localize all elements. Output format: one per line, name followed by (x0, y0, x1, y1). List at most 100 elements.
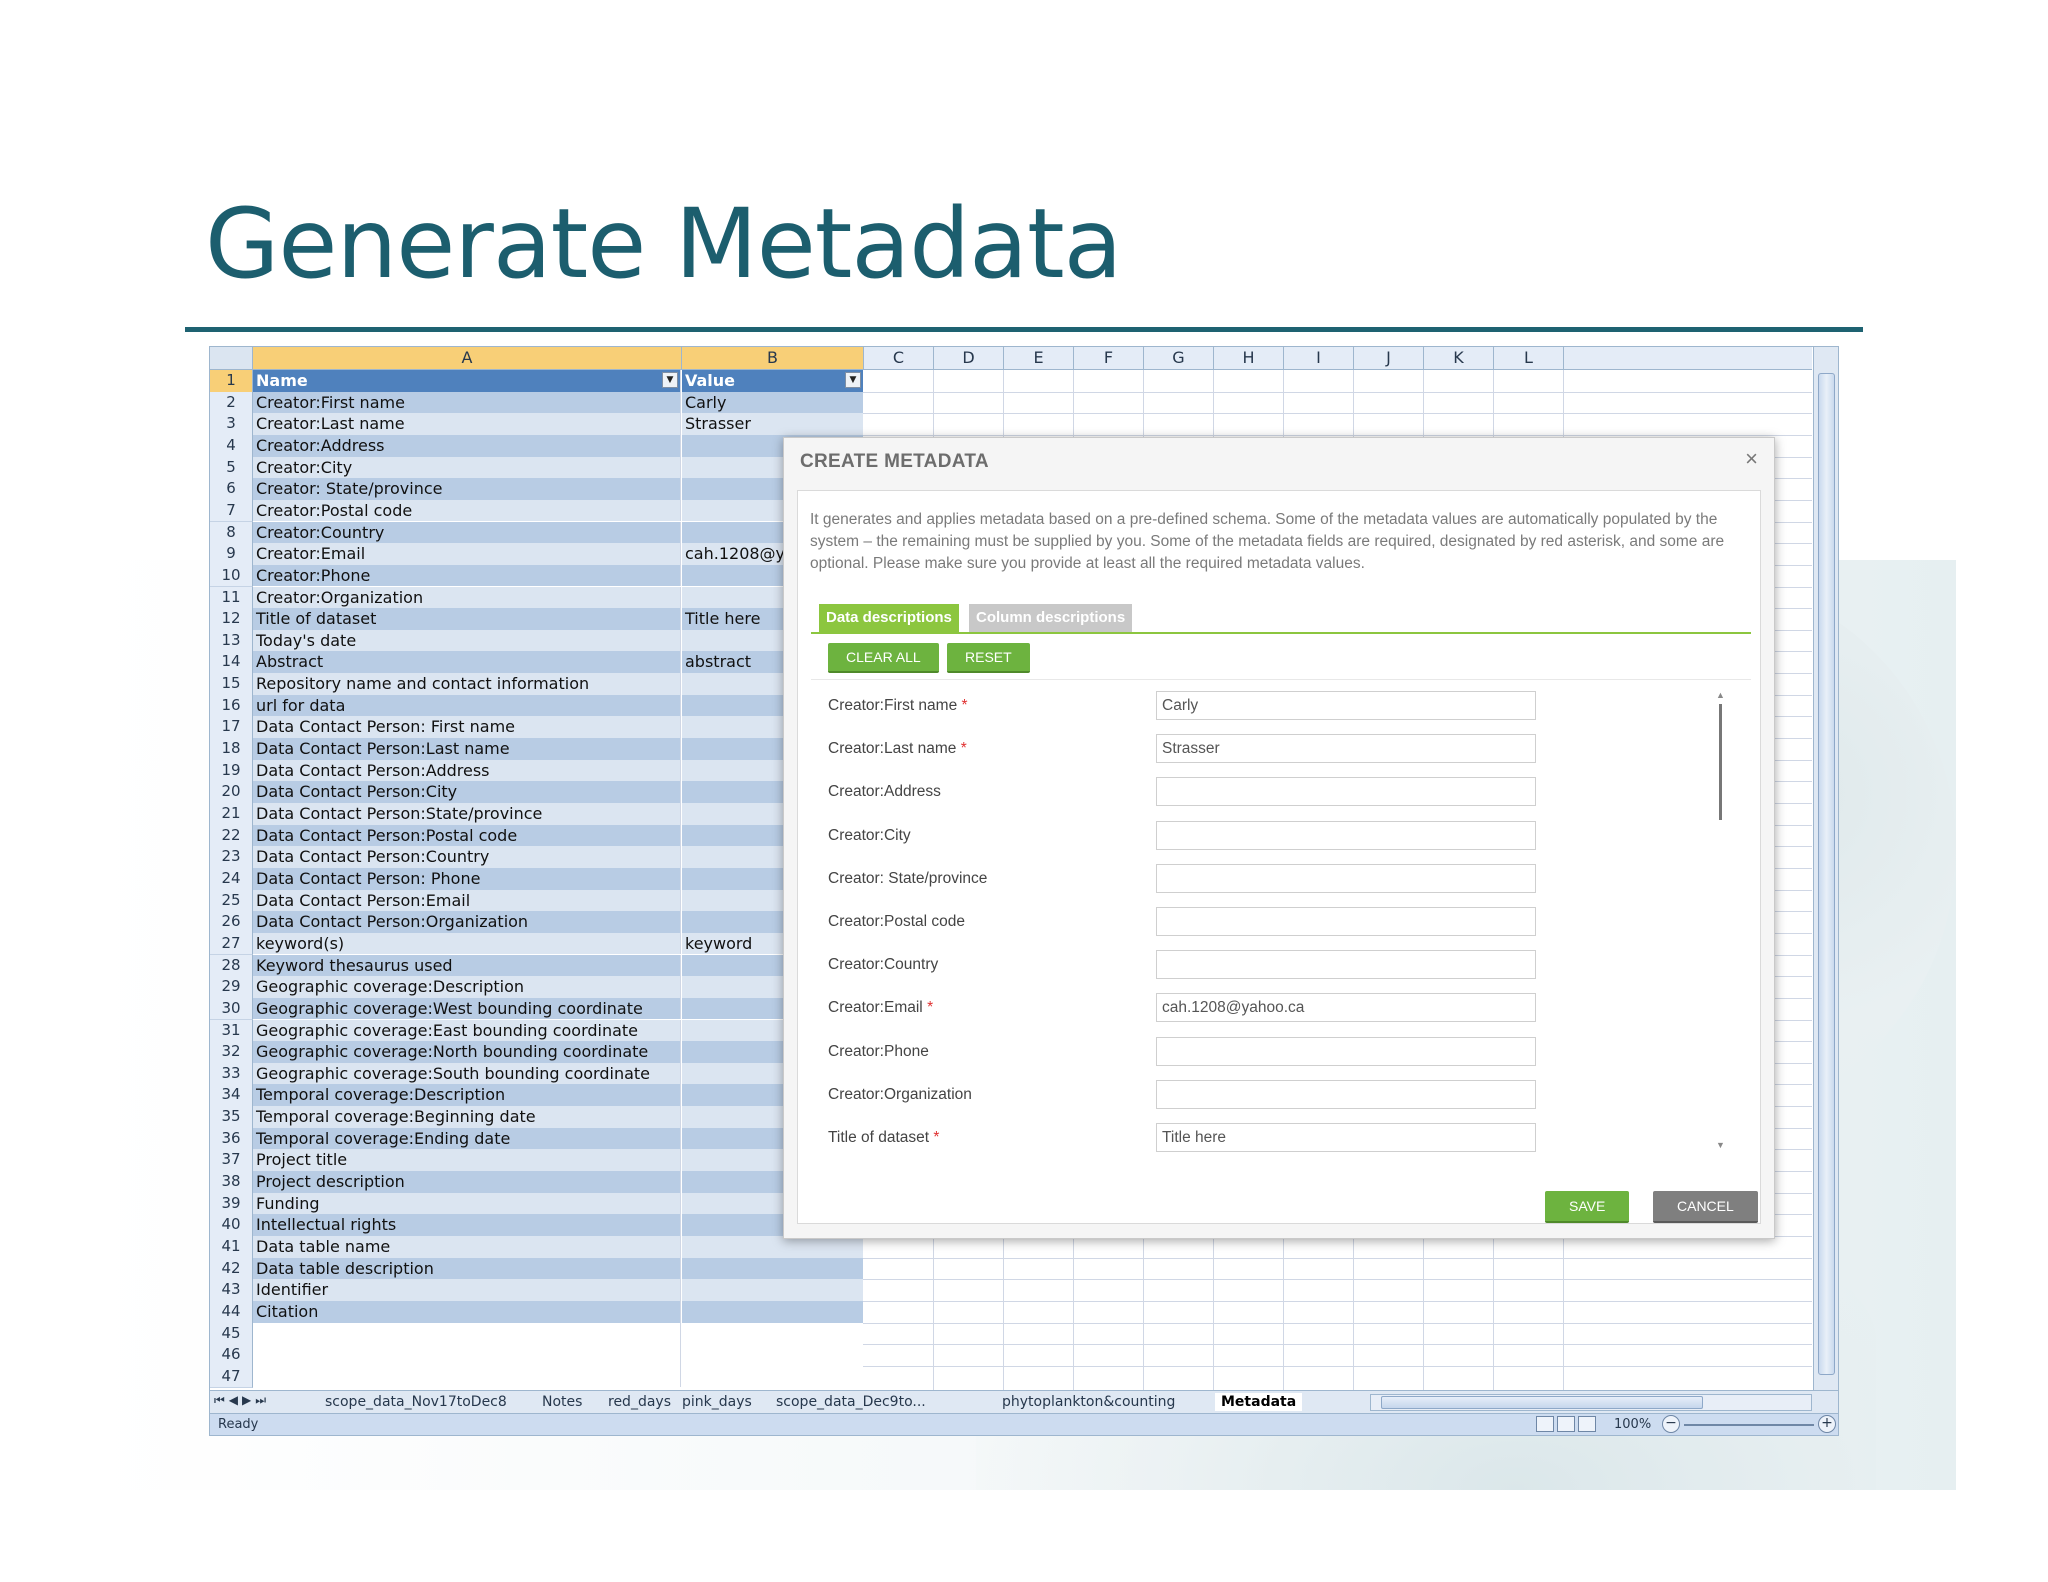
cell[interactable]: Geographic coverage:South bounding coord… (253, 1062, 681, 1085)
cell[interactable]: Creator:Country (253, 521, 681, 544)
row-number[interactable]: 34 (210, 1084, 253, 1108)
filter-dropdown-icon[interactable]: ▼ (662, 372, 678, 388)
field-input[interactable]: cah.1208@yahoo.ca (1156, 993, 1536, 1023)
cancel-button[interactable]: CANCEL (1653, 1191, 1758, 1223)
cell[interactable]: Carly (682, 391, 863, 414)
cell[interactable] (682, 1365, 863, 1388)
row-number[interactable]: 15 (210, 673, 253, 696)
column-header[interactable]: H (1214, 347, 1284, 369)
cell[interactable]: Name ▼ (253, 370, 681, 392)
row-number[interactable]: 47 (210, 1365, 253, 1389)
cell[interactable]: Creator:Email (253, 543, 681, 565)
filter-dropdown-icon[interactable]: ▼ (845, 372, 861, 388)
sheet-nav-arrows[interactable]: ⏮◀▶⏭ (214, 1393, 270, 1408)
cell[interactable]: Identifier (253, 1279, 681, 1301)
cell[interactable]: Data table description (253, 1257, 681, 1280)
cell[interactable] (682, 1236, 863, 1258)
field-input[interactable] (1156, 777, 1536, 807)
column-header[interactable]: D (934, 347, 1004, 369)
sheet-tab[interactable]: scope_data_Nov17toDec8 (325, 1393, 507, 1411)
row-number[interactable]: 23 (210, 846, 253, 869)
row-number[interactable]: 8 (210, 521, 253, 545)
column-header[interactable]: C (864, 347, 934, 369)
row-number[interactable]: 43 (210, 1279, 253, 1302)
row-number[interactable]: 32 (210, 1041, 253, 1064)
cell[interactable]: Data Contact Person:Last name (253, 738, 681, 760)
row-number[interactable]: 37 (210, 1149, 253, 1172)
sheet-tab[interactable]: phytoplankton&counting (1002, 1393, 1175, 1411)
row-number[interactable]: 26 (210, 911, 253, 934)
cell[interactable]: Value ▼ (682, 370, 863, 392)
select-all-corner[interactable] (210, 347, 253, 369)
sheet-tab[interactable]: red_days (608, 1393, 671, 1411)
sheet-tab[interactable]: scope_data_Dec9to... (776, 1393, 926, 1411)
zoom-in-icon[interactable]: + (1818, 1415, 1836, 1433)
row-number[interactable]: 22 (210, 824, 253, 848)
zoom-out-icon[interactable]: − (1662, 1415, 1680, 1433)
cell[interactable]: Data Contact Person:City (253, 781, 681, 803)
column-header[interactable]: F (1074, 347, 1144, 369)
cell[interactable] (253, 1344, 681, 1366)
row-number[interactable]: 9 (210, 543, 253, 566)
row-number[interactable]: 16 (210, 694, 253, 718)
row-number[interactable]: 31 (210, 1019, 253, 1043)
vertical-scrollbar[interactable] (1813, 347, 1838, 1390)
field-input[interactable] (1156, 863, 1536, 893)
field-input[interactable] (1156, 1036, 1536, 1066)
column-header[interactable]: I (1284, 347, 1354, 369)
cell[interactable]: Intellectual rights (253, 1214, 681, 1236)
scroll-thumb[interactable] (1818, 373, 1835, 1375)
tab-column-descriptions[interactable]: Column descriptions (969, 604, 1133, 632)
cell[interactable]: Funding (253, 1192, 681, 1215)
row-number[interactable]: 2 (210, 391, 253, 415)
column-header[interactable]: B (682, 347, 864, 369)
field-input[interactable]: Strasser (1156, 734, 1536, 764)
field-input[interactable] (1156, 820, 1536, 850)
field-input[interactable]: Title here (1156, 1123, 1536, 1152)
scroll-thumb[interactable] (1719, 704, 1722, 820)
row-number[interactable]: 30 (210, 997, 253, 1021)
sheet-tab[interactable]: Metadata (1215, 1393, 1303, 1411)
cell[interactable]: Citation (253, 1300, 681, 1323)
cell[interactable]: Creator:Postal code (253, 499, 681, 522)
save-button[interactable]: SAVE (1545, 1191, 1630, 1223)
cell[interactable]: Creator:Phone (253, 564, 681, 587)
cell[interactable]: Data Contact Person: Phone (253, 867, 681, 890)
cell[interactable]: Data Contact Person:Email (253, 889, 681, 912)
cell[interactable]: Temporal coverage:Description (253, 1084, 681, 1107)
page-layout-icon[interactable] (1557, 1416, 1575, 1432)
column-header[interactable]: A (253, 347, 682, 369)
cell[interactable]: Creator: State/province (253, 478, 681, 500)
row-number[interactable]: 28 (210, 954, 253, 978)
row-number[interactable]: 21 (210, 803, 253, 826)
row-number[interactable]: 3 (210, 413, 253, 436)
field-input[interactable]: Carly (1156, 691, 1536, 720)
row-number[interactable]: 29 (210, 976, 253, 999)
horizontal-scrollbar[interactable] (1370, 1394, 1812, 1411)
zoom-level[interactable]: 100% (1614, 1417, 1651, 1432)
cell[interactable] (682, 1279, 863, 1301)
row-number[interactable]: 44 (210, 1300, 253, 1324)
row-number[interactable]: 4 (210, 434, 253, 458)
row-number[interactable]: 38 (210, 1171, 253, 1194)
row-number[interactable]: 10 (210, 564, 253, 588)
row-number[interactable]: 1 (210, 370, 253, 393)
field-input[interactable] (1156, 950, 1536, 980)
cell[interactable]: Creator:Organization (253, 586, 681, 609)
row-number[interactable]: 33 (210, 1062, 253, 1086)
row-number[interactable]: 18 (210, 738, 253, 761)
zoom-slider[interactable] (1684, 1424, 1814, 1426)
field-input[interactable] (1156, 1079, 1536, 1109)
column-header[interactable]: E (1004, 347, 1074, 369)
normal-view-icon[interactable] (1536, 1416, 1554, 1432)
row-number[interactable]: 36 (210, 1127, 253, 1151)
cell[interactable] (682, 1344, 863, 1366)
cell[interactable]: Data Contact Person: First name (253, 716, 681, 738)
cell[interactable]: url for data (253, 694, 681, 717)
cell[interactable] (253, 1322, 681, 1345)
cell[interactable]: Keyword thesaurus used (253, 954, 681, 977)
cell[interactable]: Geographic coverage:Description (253, 976, 681, 998)
cell[interactable]: Project title (253, 1149, 681, 1171)
row-number[interactable]: 39 (210, 1192, 253, 1216)
cell[interactable]: Title of dataset (253, 608, 681, 630)
